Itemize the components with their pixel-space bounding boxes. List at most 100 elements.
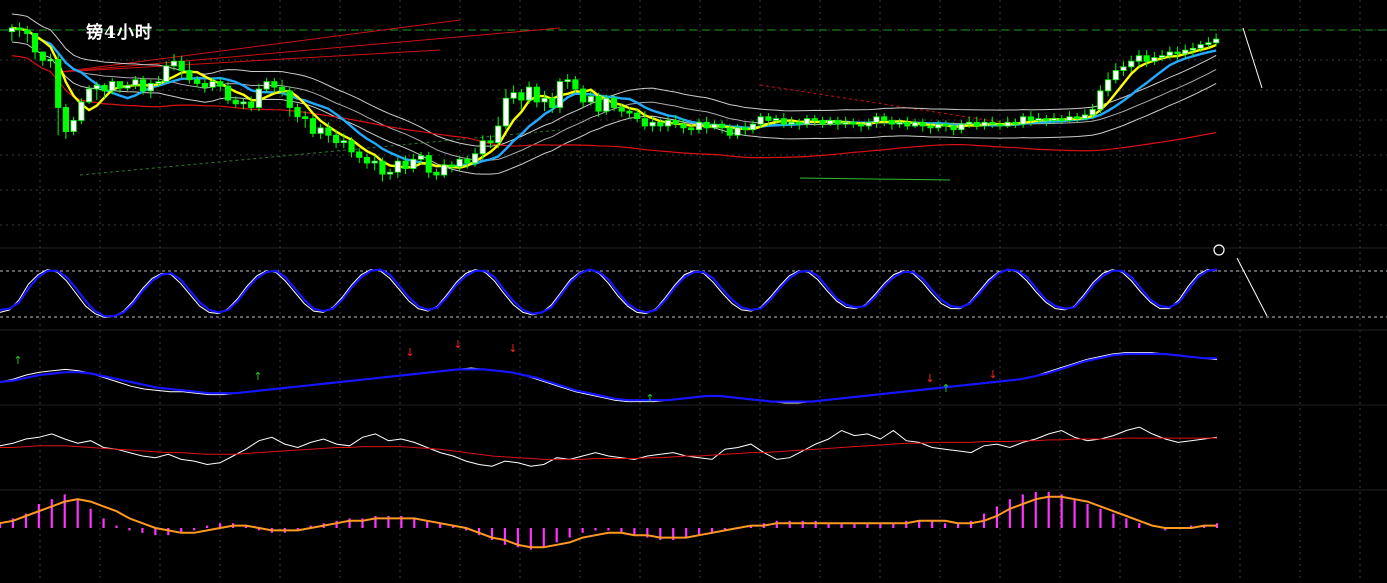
candle (410, 158, 417, 169)
candle (510, 92, 517, 99)
signal-arrow: ↑ (645, 392, 654, 405)
candle (1004, 121, 1011, 127)
candle (1097, 90, 1104, 110)
candle (919, 121, 926, 127)
candle (657, 121, 664, 127)
candle (116, 81, 124, 89)
candle (124, 84, 131, 89)
candle (518, 92, 525, 101)
candle (541, 97, 548, 103)
candle (147, 83, 154, 92)
candle (294, 107, 301, 118)
candle (132, 79, 139, 86)
candle (456, 158, 463, 168)
candle (379, 160, 386, 175)
candle (842, 121, 849, 125)
candle (263, 81, 270, 90)
candle (788, 121, 795, 125)
candle (888, 120, 896, 125)
macd-signal-line (0, 495, 1217, 549)
candle (47, 59, 54, 62)
candle (749, 123, 757, 131)
chart-title: 镑4小时 (86, 23, 153, 43)
candle (1035, 118, 1042, 121)
rsi-series (0, 426, 1218, 467)
candle (78, 101, 85, 121)
candle (827, 120, 834, 125)
candle (942, 123, 950, 127)
candle (163, 65, 170, 82)
support-line (799, 177, 951, 181)
candle (765, 116, 772, 121)
candle (718, 123, 726, 129)
candle (1089, 108, 1096, 116)
signal-circle (1213, 244, 1225, 256)
candle (618, 107, 625, 112)
candle (170, 60, 178, 67)
candle (139, 79, 147, 92)
candle (495, 125, 502, 144)
candle (996, 123, 1004, 127)
signal-arrow: ↓ (925, 372, 934, 385)
candle (641, 118, 648, 127)
candle (981, 121, 988, 127)
candle (595, 96, 602, 112)
candle (896, 121, 903, 125)
projection-line (1242, 27, 1263, 89)
candle (255, 88, 262, 108)
indicator-2-series (0, 352, 1218, 404)
candle (8, 27, 15, 33)
signal-arrow: ↓ (405, 346, 414, 359)
candle (819, 120, 826, 125)
candle (803, 118, 811, 125)
candle (317, 127, 324, 134)
candle (664, 120, 672, 127)
ma-mid-band (11, 27, 1217, 161)
candle (101, 84, 108, 92)
candle (549, 97, 556, 108)
candle (610, 97, 618, 108)
candle (464, 158, 471, 164)
signal-arrow: ↑ (253, 370, 262, 383)
candle (278, 86, 286, 92)
candle (194, 79, 201, 84)
candle (1012, 121, 1019, 125)
candle (1166, 51, 1173, 57)
candle (881, 116, 888, 121)
candle (927, 125, 934, 129)
signal-arrow: ↑ (941, 382, 950, 395)
candle (348, 140, 355, 153)
signal-arrow: ↑ (13, 354, 22, 367)
candle (1050, 118, 1058, 121)
candle (1043, 118, 1050, 121)
candle (734, 127, 741, 136)
candle (302, 116, 309, 119)
candle (688, 127, 695, 131)
candle (224, 85, 232, 101)
candle (155, 81, 162, 84)
candle (958, 123, 965, 131)
candle (201, 83, 208, 88)
candle (24, 29, 31, 34)
candle (950, 125, 957, 131)
signal-arrow: ↓ (988, 368, 997, 381)
candle (1058, 118, 1065, 121)
candle (1128, 60, 1135, 68)
candle (1020, 116, 1027, 125)
candle (402, 160, 409, 169)
candle (1027, 116, 1034, 121)
candle (1151, 57, 1158, 62)
candle (989, 121, 996, 125)
candle (1135, 55, 1143, 62)
candle (695, 121, 703, 131)
signal-arrow: ↓ (508, 342, 517, 355)
candle (1104, 79, 1112, 92)
candle (911, 121, 919, 127)
candle (780, 118, 787, 125)
candle (433, 171, 440, 176)
candle (340, 140, 347, 144)
candle (572, 79, 579, 90)
candle (178, 60, 185, 71)
candle (271, 81, 278, 88)
candle (109, 81, 116, 92)
